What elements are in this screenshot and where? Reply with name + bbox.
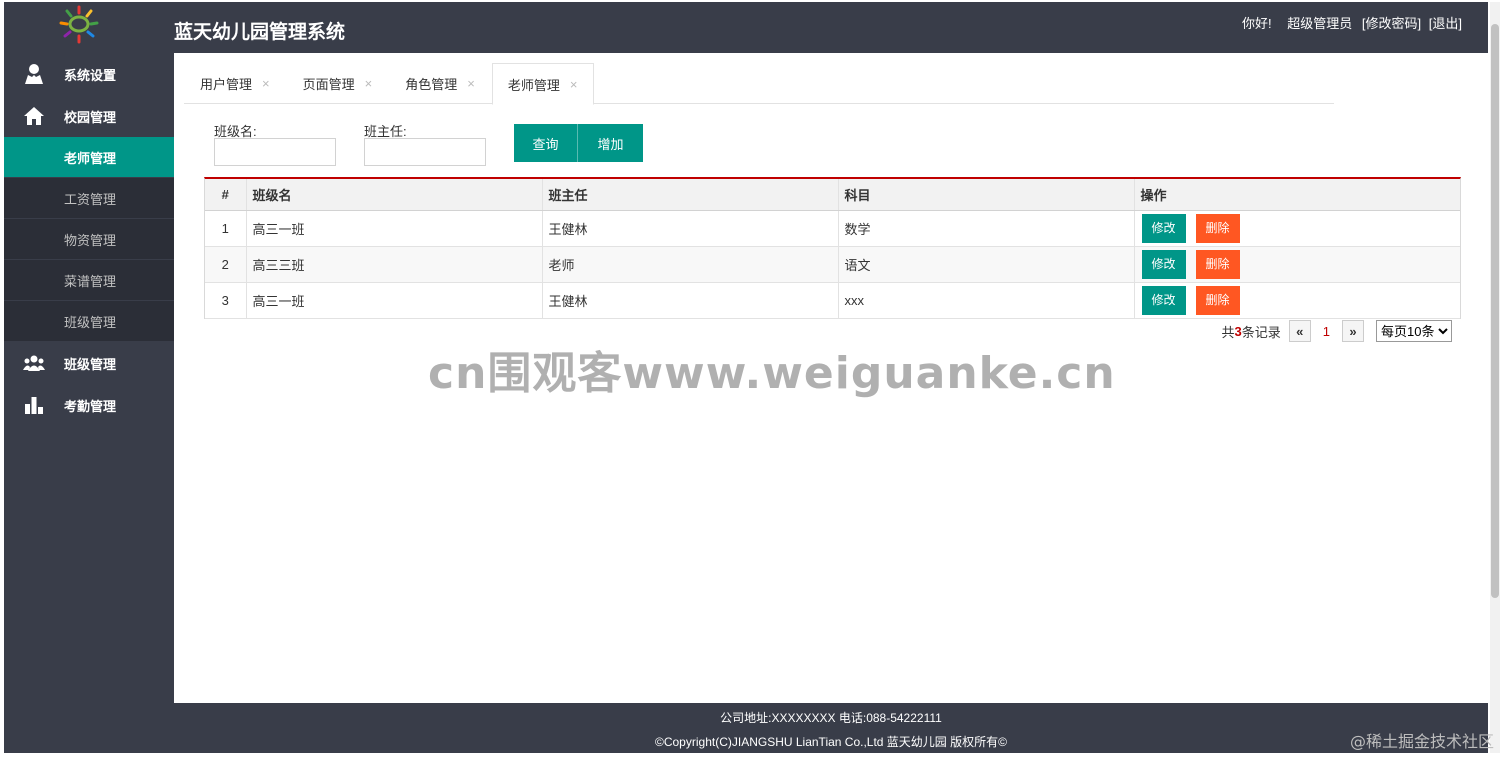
tab-label: 页面管理 — [302, 77, 355, 92]
sidebar-item-menu-management[interactable]: 菜谱管理 — [4, 260, 174, 301]
close-icon[interactable]: × — [262, 76, 270, 91]
column-header-actions: 操作 — [1134, 179, 1460, 211]
edit-button[interactable]: 修改 — [1141, 249, 1186, 279]
search-button-group: 查询 增加 — [514, 124, 643, 162]
head-teacher-input[interactable] — [364, 138, 486, 166]
column-header-subject: 科目 — [838, 179, 1135, 211]
query-button[interactable]: 查询 — [514, 124, 578, 162]
tab-label: 老师管理 — [507, 77, 560, 93]
top-header: 蓝天幼儿园管理系统 你好! 超级管理员 [修改密码] [退出] — [4, 2, 1488, 53]
delete-button[interactable]: 删除 — [1195, 249, 1240, 279]
close-icon[interactable]: × — [570, 77, 578, 92]
footer-address: 公司地址:XXXXXXXX 电话:088-54222111 — [720, 711, 942, 725]
close-icon[interactable]: × — [467, 76, 475, 91]
bar-chart-icon — [23, 394, 45, 416]
sidebar-group-campus[interactable]: 校园管理 — [4, 95, 174, 137]
cell-index: 3 — [205, 282, 247, 319]
column-header-index: # — [205, 179, 247, 211]
cell-head-teacher: 王健林 — [542, 210, 839, 247]
add-button[interactable]: 增加 — [578, 124, 643, 162]
class-name-input[interactable] — [214, 138, 336, 166]
close-icon[interactable]: × — [365, 76, 373, 91]
tab-teacher-management[interactable]: 老师管理 × — [491, 63, 595, 105]
table-header-row: # 班级名 班主任 科目 操作 — [205, 179, 1460, 211]
sidebar: 系统设置 校园管理 老师管理 工资管理 物资管理 菜谱管理 班级管理 班级管理 … — [4, 53, 174, 703]
table-row: 3 高三一班 王健林 xxx 修改 删除 — [205, 282, 1460, 319]
footer: 公司地址:XXXXXXXX 电话:088-54222111 ©Copyright… — [174, 703, 1488, 753]
sidebar-group-attendance[interactable]: 考勤管理 — [4, 384, 174, 426]
sidebar-item-teacher-management[interactable]: 老师管理 — [4, 137, 174, 178]
cell-subject: 数学 — [838, 210, 1135, 247]
tab-user-management[interactable]: 用户管理 × — [184, 63, 287, 104]
sidebar-group-label: 考勤管理 — [64, 398, 117, 414]
sidebar-item-class-management[interactable]: 班级管理 — [4, 301, 174, 342]
cell-head-teacher: 王健林 — [542, 282, 839, 319]
tab-label: 用户管理 — [200, 77, 253, 92]
prev-page-button[interactable]: « — [1288, 320, 1311, 342]
footer-copyright: ©Copyright(C)JIANGSHU LianTian Co.,Ltd 蓝… — [655, 735, 1007, 749]
sidebar-item-salary-management[interactable]: 工资管理 — [4, 178, 174, 219]
record-count-prefix: 共 — [1221, 324, 1235, 340]
cell-class-name: 高三一班 — [246, 210, 543, 247]
username-text: 超级管理员 — [1287, 16, 1353, 31]
user-icon — [23, 63, 45, 85]
tab-page-management[interactable]: 页面管理 × — [287, 63, 390, 104]
tab-bar: 用户管理 × 页面管理 × 角色管理 × 老师管理 × — [184, 63, 1334, 105]
cell-actions: 修改 删除 — [1134, 246, 1460, 283]
record-count-suffix: 条记录 — [1241, 324, 1281, 340]
watermark: cn围观客www.weiguanke.cn — [428, 348, 1116, 399]
current-page[interactable]: 1 — [1323, 324, 1330, 339]
column-header-head-teacher: 班主任 — [542, 179, 839, 211]
cell-subject: xxx — [838, 282, 1135, 319]
edit-button[interactable]: 修改 — [1141, 285, 1186, 315]
sidebar-item-supplies-management[interactable]: 物资管理 — [4, 219, 174, 260]
sidebar-group-class[interactable]: 班级管理 — [4, 342, 174, 384]
cell-class-name: 高三一班 — [246, 282, 543, 319]
column-header-class-name: 班级名 — [246, 179, 543, 211]
sidebar-group-label: 系统设置 — [64, 67, 117, 83]
record-count: 3 — [1234, 323, 1242, 339]
sidebar-group-label: 校园管理 — [64, 109, 117, 125]
app-title: 蓝天幼儿园管理系统 — [174, 21, 346, 43]
logout-link[interactable]: [退出] — [1429, 16, 1462, 31]
cell-class-name: 高三三班 — [246, 246, 543, 283]
change-password-link[interactable]: [修改密码] — [1362, 16, 1421, 31]
cell-head-teacher: 老师 — [542, 246, 839, 283]
page-size-select[interactable]: 每页10条 — [1376, 320, 1452, 342]
home-icon — [23, 105, 45, 127]
corner-watermark: @稀土掘金技术社区 — [1349, 732, 1494, 751]
main-content: 用户管理 × 页面管理 × 角色管理 × 老师管理 × 班级名: 班主任: 查询… — [174, 53, 1488, 703]
app-frame: 蓝天幼儿园管理系统 你好! 超级管理员 [修改密码] [退出] 系统设置 校园管… — [4, 2, 1488, 753]
users-icon — [23, 352, 45, 374]
sidebar-group-label: 班级管理 — [64, 356, 117, 372]
cell-actions: 修改 删除 — [1134, 210, 1460, 247]
logo-icon — [59, 5, 99, 44]
tab-role-management[interactable]: 角色管理 × — [389, 63, 492, 104]
sidebar-group-system-settings[interactable]: 系统设置 — [4, 53, 174, 95]
teacher-table: # 班级名 班主任 科目 操作 1 高三一班 王健林 数学 修改 删除 2 高三… — [204, 177, 1461, 319]
user-area: 你好! 超级管理员 [修改密码] [退出] — [1232, 13, 1462, 32]
cell-index: 2 — [205, 246, 247, 283]
tab-label: 角色管理 — [405, 77, 458, 92]
cell-subject: 语文 — [838, 246, 1135, 283]
next-page-button[interactable]: » — [1342, 320, 1364, 342]
page-scrollbar[interactable] — [1490, 2, 1500, 753]
table-row: 1 高三一班 王健林 数学 修改 删除 — [205, 210, 1460, 247]
delete-button[interactable]: 删除 — [1195, 213, 1240, 243]
pagination: 共 3 条记录 « 1 » 每页10条 — [1221, 320, 1452, 342]
delete-button[interactable]: 删除 — [1195, 285, 1240, 315]
greeting-text: 你好! — [1242, 16, 1272, 31]
cell-actions: 修改 删除 — [1134, 282, 1460, 319]
table-row: 2 高三三班 老师 语文 修改 删除 — [205, 246, 1460, 283]
edit-button[interactable]: 修改 — [1141, 213, 1186, 243]
scrollbar-thumb[interactable] — [1491, 24, 1499, 598]
cell-index: 1 — [205, 210, 247, 247]
